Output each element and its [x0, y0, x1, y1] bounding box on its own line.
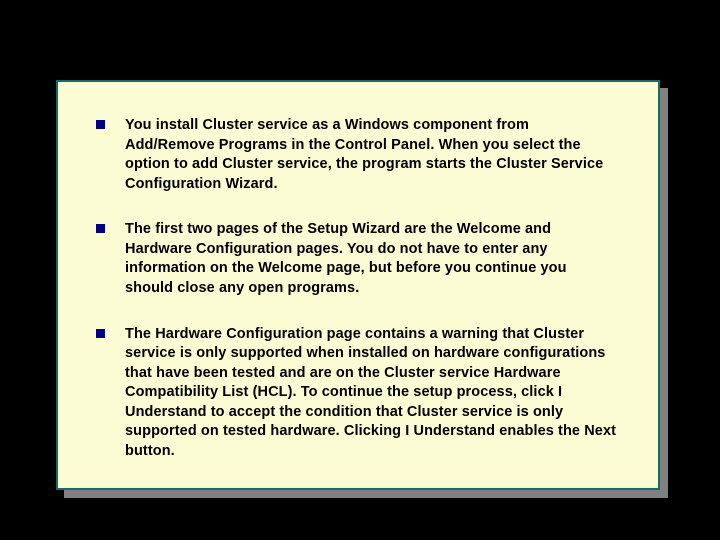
list-item-text: You install Cluster service as a Windows… — [125, 116, 618, 194]
list-item-text: The first two pages of the Setup Wizard … — [125, 220, 618, 298]
list-item: The first two pages of the Setup Wizard … — [96, 220, 618, 298]
list-item-text: The Hardware Configuration page contains… — [125, 325, 618, 462]
list-item: The Hardware Configuration page contains… — [96, 325, 618, 462]
square-bullet-icon — [96, 329, 105, 338]
list-item: You install Cluster service as a Windows… — [96, 116, 618, 194]
square-bullet-icon — [96, 120, 105, 129]
content-panel: You install Cluster service as a Windows… — [56, 80, 660, 490]
square-bullet-icon — [96, 224, 105, 233]
